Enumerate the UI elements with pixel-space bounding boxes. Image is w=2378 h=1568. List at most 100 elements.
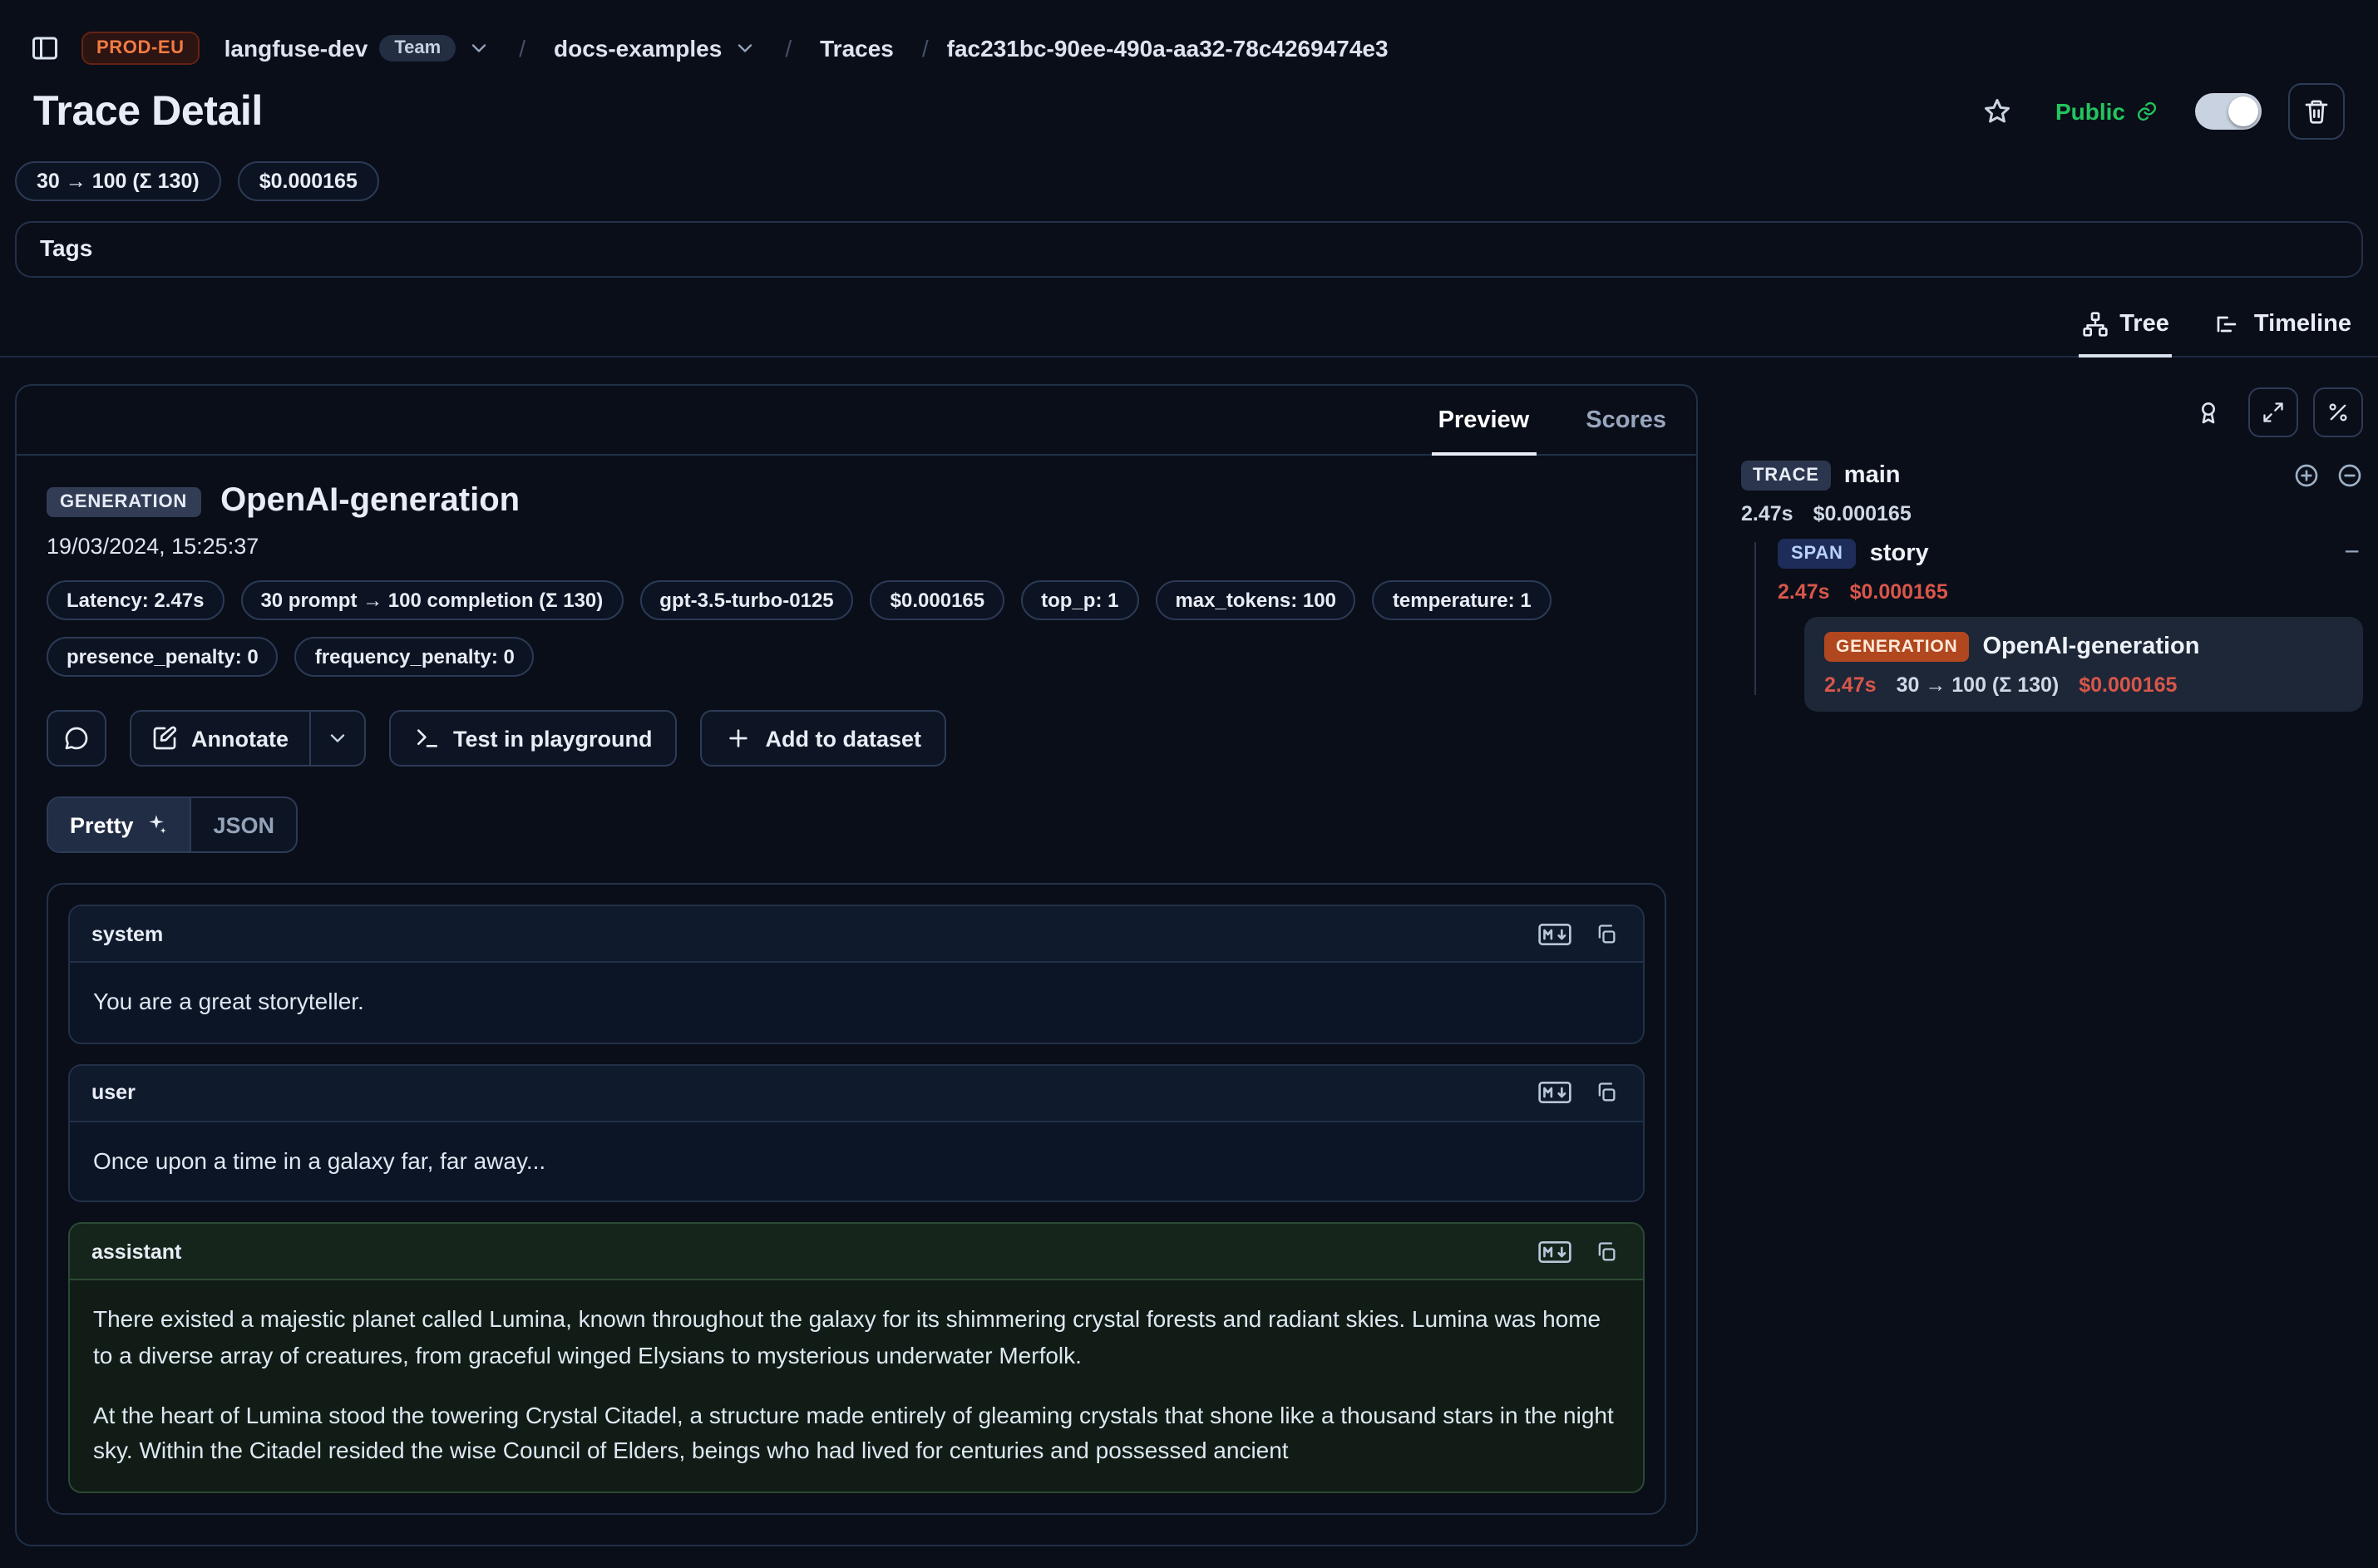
breadcrumb-trace-id: fac231bc-90ee-490a-aa32-78c4269474e3: [947, 35, 1389, 62]
page-header: Trace Detail Public: [0, 73, 2378, 140]
latency-badge: Latency: 2.47s: [47, 580, 224, 620]
message-tools: [1535, 1077, 1621, 1107]
json-view-button[interactable]: JSON: [192, 798, 297, 851]
expand-icon: [2262, 401, 2285, 424]
add-to-dataset-label: Add to dataset: [766, 726, 922, 751]
tab-timeline-label: Timeline: [2254, 311, 2351, 338]
bookmark-star-button[interactable]: [1976, 90, 2019, 133]
breadcrumb-org[interactable]: langfuse-dev Team: [215, 33, 501, 63]
star-icon: [1982, 96, 2012, 126]
token-usage-badge: 30 → 100 (Σ 130): [15, 161, 221, 201]
message-user: user Once upon a time in: [68, 1063, 1645, 1202]
scores-award-button[interactable]: [2183, 387, 2233, 437]
markdown-icon: [1538, 1240, 1571, 1264]
observation-metadata-badges: Latency: 2.47s 30 prompt → 100 completio…: [47, 580, 1666, 620]
message-content: You are a great storyteller.: [70, 963, 1643, 1042]
delete-trace-button[interactable]: [2288, 83, 2345, 140]
message-header: user: [70, 1065, 1643, 1122]
comment-button[interactable]: [47, 710, 106, 767]
message-paragraph: You are a great storyteller.: [93, 984, 1620, 1020]
message-role: user: [91, 1081, 136, 1104]
json-label: JSON: [214, 812, 275, 837]
observation-metadata-badges-row2: presence_penalty: 0 frequency_penalty: 0: [47, 637, 1666, 677]
generation-cost: $0.000165: [2079, 673, 2177, 697]
tree-node-trace[interactable]: TRACE main: [1741, 461, 2363, 491]
generation-tokens: 30 → 100 (Σ 130): [1897, 673, 2060, 697]
annotate-dropdown-button[interactable]: [308, 712, 363, 765]
pretty-label: Pretty: [70, 812, 134, 837]
message-content: Once upon a time in a galaxy far, far aw…: [70, 1122, 1643, 1201]
sparkles-icon: [146, 813, 169, 836]
observation-type-badge: GENERATION: [47, 486, 200, 516]
collapse-all-button[interactable]: [2336, 462, 2363, 489]
metrics-percent-button[interactable]: [2313, 387, 2363, 437]
trace-type-badge: TRACE: [1741, 461, 1831, 491]
tab-tree[interactable]: Tree: [2078, 304, 2173, 357]
trace-detail-page: PROD-EU langfuse-dev Team / docs-example…: [0, 0, 2378, 1568]
terminal-icon: [413, 725, 440, 752]
tree-node-span[interactable]: SPAN story −: [1778, 539, 2363, 569]
tab-scores[interactable]: Scores: [1579, 386, 1673, 454]
trace-tree-panel: TRACE main 2.47s $0.000165 SPAN: [1741, 384, 2363, 712]
breadcrumb-separator: /: [516, 35, 529, 62]
public-share-link[interactable]: Public: [2045, 96, 2168, 126]
toggle-knob: [2228, 96, 2258, 126]
tags-section[interactable]: Tags: [15, 221, 2363, 278]
sidebar-toggle-button[interactable]: [23, 27, 67, 70]
model-badge: gpt-3.5-turbo-0125: [639, 580, 853, 620]
copy-icon: [1595, 1240, 1618, 1264]
breadcrumb-project[interactable]: docs-examples: [544, 33, 767, 63]
trace-children: SPAN story − 2.47s $0.000165 GENERATION …: [1754, 539, 2363, 712]
award-icon: [2195, 399, 2222, 426]
markdown-toggle-button[interactable]: [1535, 919, 1575, 949]
header-actions: Public: [1976, 83, 2345, 140]
generation-name: OpenAI-generation: [1982, 634, 2199, 660]
add-to-dataset-button[interactable]: Add to dataset: [701, 710, 947, 767]
observation-title: OpenAI-generation: [220, 482, 520, 520]
annotate-label: Annotate: [191, 726, 289, 751]
span-metrics: 2.47s $0.000165: [1778, 580, 2363, 604]
minus-circle-icon: [2336, 462, 2363, 489]
observation-actions: Annotate Test in playground Add to datas…: [47, 710, 1666, 767]
expand-tree-button[interactable]: [2248, 387, 2298, 437]
message-paragraph: Once upon a time in a galaxy far, far aw…: [93, 1143, 1620, 1179]
annotate-button[interactable]: Annotate: [131, 712, 308, 765]
trace-metrics: 2.47s $0.000165: [1741, 502, 2363, 525]
copy-icon: [1595, 922, 1618, 945]
tags-label: Tags: [40, 234, 92, 261]
public-label: Public: [2055, 98, 2125, 125]
markdown-toggle-button[interactable]: [1535, 1077, 1575, 1107]
copy-button[interactable]: [1591, 1077, 1621, 1107]
collapse-span-button[interactable]: −: [2341, 540, 2363, 567]
project-name: docs-examples: [554, 35, 722, 62]
expand-all-button[interactable]: [2293, 462, 2320, 489]
max-tokens-badge: max_tokens: 100: [1155, 580, 1355, 620]
tab-timeline[interactable]: Timeline: [2213, 304, 2355, 357]
breadcrumb-traces-link[interactable]: Traces: [810, 33, 904, 63]
traces-label: Traces: [820, 35, 894, 62]
message-content: There existed a majestic planet called L…: [70, 1281, 1643, 1492]
markdown-toggle-button[interactable]: [1535, 1237, 1575, 1267]
copy-button[interactable]: [1591, 919, 1621, 949]
org-type-pill: Team: [379, 35, 456, 62]
tab-scores-label: Scores: [1586, 407, 1666, 433]
main-content: Preview Scores GENERATION OpenAI-generat…: [15, 384, 2363, 1546]
pretty-view-button[interactable]: Pretty: [48, 798, 192, 851]
observation-detail-card: Preview Scores GENERATION OpenAI-generat…: [15, 384, 1698, 1546]
cost-badge: $0.000165: [238, 161, 379, 201]
message-assistant: assistant There existed: [68, 1223, 1645, 1494]
message-role: assistant: [91, 1240, 181, 1264]
tree-node-generation-selected[interactable]: GENERATION OpenAI-generation 2.47s 30 → …: [1804, 617, 2363, 712]
trash-icon: [2303, 98, 2330, 125]
public-toggle[interactable]: [2195, 93, 2262, 130]
copy-button[interactable]: [1591, 1237, 1621, 1267]
tab-preview[interactable]: Preview: [1432, 386, 1537, 454]
trace-summary-badges: 30 → 100 (Σ 130) $0.000165: [0, 140, 2378, 201]
span-cost: $0.000165: [1850, 580, 1948, 604]
test-in-playground-button[interactable]: Test in playground: [388, 710, 678, 767]
message-header: system: [70, 906, 1643, 963]
breadcrumb-separator: /: [919, 35, 932, 62]
message-header: assistant: [70, 1225, 1643, 1281]
comment-icon: [63, 725, 90, 752]
observation-body: GENERATION OpenAI-generation 19/03/2024,…: [17, 456, 1696, 1545]
